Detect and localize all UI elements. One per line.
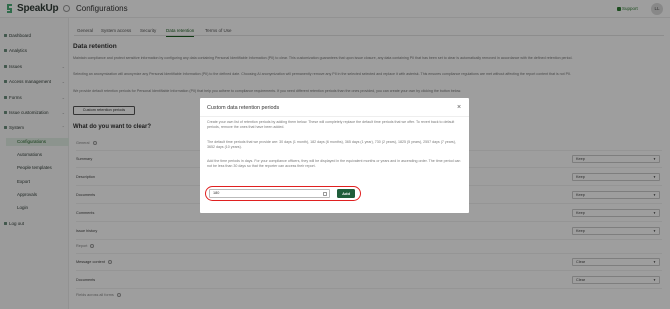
add-period-button[interactable]: Add xyxy=(337,189,355,198)
retention-days-input[interactable]: 180 xyxy=(209,189,330,198)
modal-intro-text: Create your own list of retention period… xyxy=(207,120,455,130)
modal-title: Custom data retention periods xyxy=(207,105,280,111)
modal-default-periods-text: The default time periods that we provide… xyxy=(207,140,456,150)
custom-retention-modal: Custom data retention periods × Create y… xyxy=(200,98,469,213)
close-icon[interactable]: × xyxy=(457,104,461,111)
modal-divider xyxy=(200,116,469,117)
modal-instructions-text: Add the time periods in days. For your c… xyxy=(207,159,461,169)
clear-input-icon[interactable] xyxy=(323,191,327,196)
